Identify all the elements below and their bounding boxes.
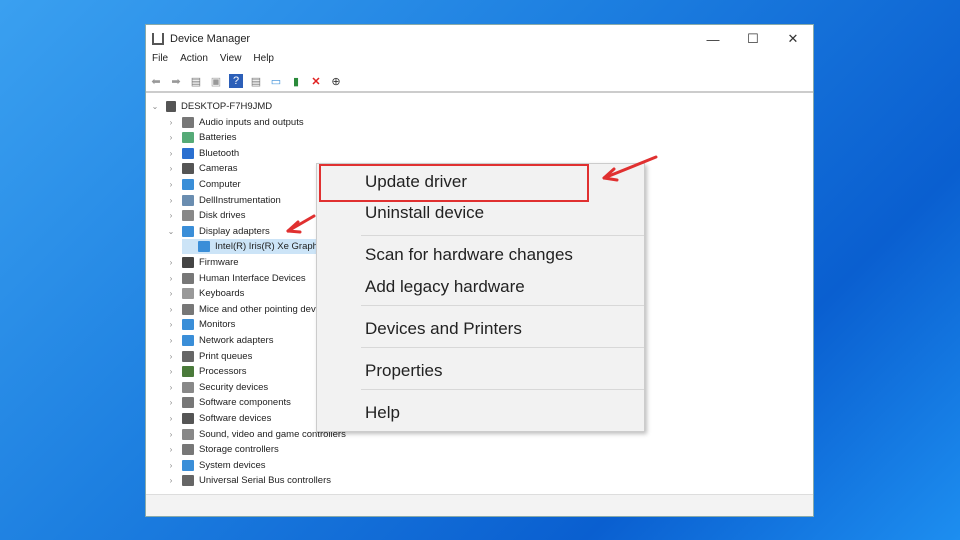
red-arrow-update-driver <box>602 155 658 180</box>
annotation-arrows <box>286 155 658 234</box>
